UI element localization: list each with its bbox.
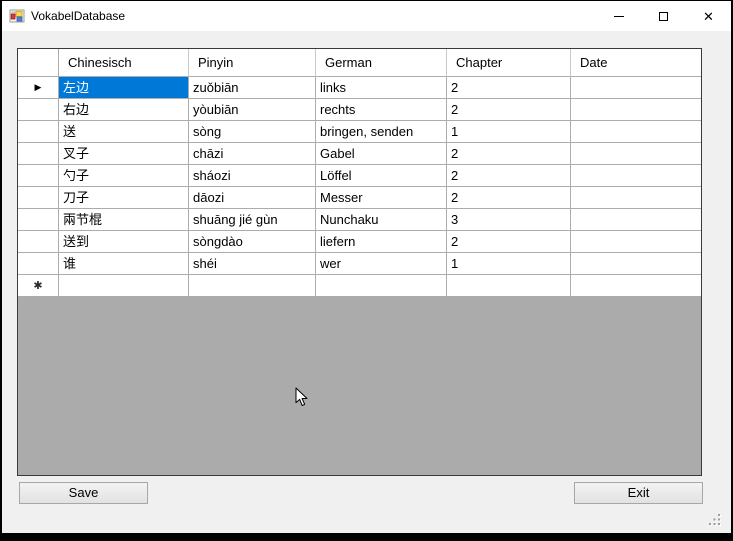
cell-chinesisch[interactable]: 送 [59,121,189,143]
app-icon [9,8,25,24]
cell-chapter[interactable]: 2 [447,187,571,209]
cell-chapter[interactable]: 2 [447,231,571,253]
minimize-button[interactable] [596,1,641,31]
form-client-area: Chinesisch Pinyin German Chapter Date ▶ … [2,31,731,533]
cell-pinyin[interactable]: sháozi [189,165,316,187]
cell-german[interactable]: Gabel [316,143,447,165]
cell-german[interactable]: links [316,77,447,99]
vocab-datagrid: Chinesisch Pinyin German Chapter Date ▶ … [17,48,702,476]
table-row: 兩节棍 shuāng jié gùn Nunchaku 3 [18,209,701,231]
titlebar: VokabelDatabase ✕ [2,1,731,31]
cell-german[interactable]: bringen, senden [316,121,447,143]
save-button[interactable]: Save [19,482,148,504]
row-header-cell[interactable] [18,121,59,143]
cell-german[interactable] [316,275,447,297]
cell-chapter[interactable]: 2 [447,143,571,165]
cell-chinesisch[interactable]: 谁 [59,253,189,275]
table-row: 谁 shéi wer 1 [18,253,701,275]
cell-chapter[interactable]: 2 [447,165,571,187]
cell-german[interactable]: Messer [316,187,447,209]
cell-german[interactable]: Löffel [316,165,447,187]
cell-date[interactable] [571,165,701,187]
cell-chapter[interactable]: 1 [447,121,571,143]
cell-german[interactable]: rechts [316,99,447,121]
cell-pinyin[interactable]: dāozi [189,187,316,209]
cell-pinyin[interactable]: chāzi [189,143,316,165]
cell-chinesisch[interactable]: 左边 [59,77,189,99]
row-header-cell[interactable] [18,231,59,253]
maximize-button[interactable] [641,1,686,31]
cell-date[interactable] [571,253,701,275]
close-icon: ✕ [703,10,714,23]
exit-button[interactable]: Exit [574,482,703,504]
current-row-arrow-icon: ▶ [35,83,42,92]
maximize-icon [659,12,668,21]
cell-pinyin[interactable]: sòngdào [189,231,316,253]
datagrid-corner-cell[interactable] [18,49,59,77]
cell-date[interactable] [571,231,701,253]
cell-pinyin[interactable]: shuāng jié gùn [189,209,316,231]
cell-date[interactable] [571,121,701,143]
app-window: VokabelDatabase ✕ Chinesisch Pinyin Germ… [0,0,733,541]
table-row-new: ✱ [18,275,701,297]
cell-chinesisch[interactable]: 送到 [59,231,189,253]
cell-chapter[interactable] [447,275,571,297]
table-row: 勺子 sháozi Löffel 2 [18,165,701,187]
row-header-cell[interactable] [18,187,59,209]
cell-chinesisch[interactable]: 刀子 [59,187,189,209]
column-header-chapter[interactable]: Chapter [447,49,571,77]
cell-pinyin[interactable]: shéi [189,253,316,275]
cell-date[interactable] [571,209,701,231]
column-header-chinesisch[interactable]: Chinesisch [59,49,189,77]
minimize-icon [614,16,624,17]
datagrid-header-row: Chinesisch Pinyin German Chapter Date [18,49,701,77]
column-header-date[interactable]: Date [571,49,701,77]
cell-chapter[interactable]: 3 [447,209,571,231]
table-row: 叉子 chāzi Gabel 2 [18,143,701,165]
row-header-cell[interactable] [18,209,59,231]
cell-date[interactable] [571,275,701,297]
window-title: VokabelDatabase [31,9,596,23]
cell-date[interactable] [571,187,701,209]
cell-german[interactable]: liefern [316,231,447,253]
column-header-german[interactable]: German [316,49,447,77]
row-header-cell[interactable]: ▶ [18,77,59,99]
new-row-asterisk-icon: ✱ [33,281,42,292]
cell-chinesisch[interactable]: 勺子 [59,165,189,187]
cell-chapter[interactable]: 1 [447,253,571,275]
cell-pinyin[interactable] [189,275,316,297]
close-button[interactable]: ✕ [686,1,731,31]
cell-chinesisch[interactable]: 兩节棍 [59,209,189,231]
cell-date[interactable] [571,143,701,165]
resize-grip[interactable] [708,513,722,527]
cell-pinyin[interactable]: zuǒbiān [189,77,316,99]
cell-chinesisch[interactable] [59,275,189,297]
cell-chinesisch[interactable]: 右边 [59,99,189,121]
row-header-cell[interactable] [18,253,59,275]
cell-date[interactable] [571,77,701,99]
table-row: ▶ 左边 zuǒbiān links 2 [18,77,701,99]
cell-pinyin[interactable]: sòng [189,121,316,143]
table-row: 刀子 dāozi Messer 2 [18,187,701,209]
row-header-cell[interactable]: ✱ [18,275,59,297]
cell-german[interactable]: Nunchaku [316,209,447,231]
cell-chapter[interactable]: 2 [447,99,571,121]
cell-date[interactable] [571,99,701,121]
cell-chapter[interactable]: 2 [447,77,571,99]
row-header-cell[interactable] [18,99,59,121]
row-header-cell[interactable] [18,143,59,165]
table-row: 送到 sòngdào liefern 2 [18,231,701,253]
table-row: 送 sòng bringen, senden 1 [18,121,701,143]
cell-pinyin[interactable]: yòubiān [189,99,316,121]
cell-german[interactable]: wer [316,253,447,275]
row-header-cell[interactable] [18,165,59,187]
table-row: 右边 yòubiān rechts 2 [18,99,701,121]
column-header-pinyin[interactable]: Pinyin [189,49,316,77]
cell-chinesisch[interactable]: 叉子 [59,143,189,165]
